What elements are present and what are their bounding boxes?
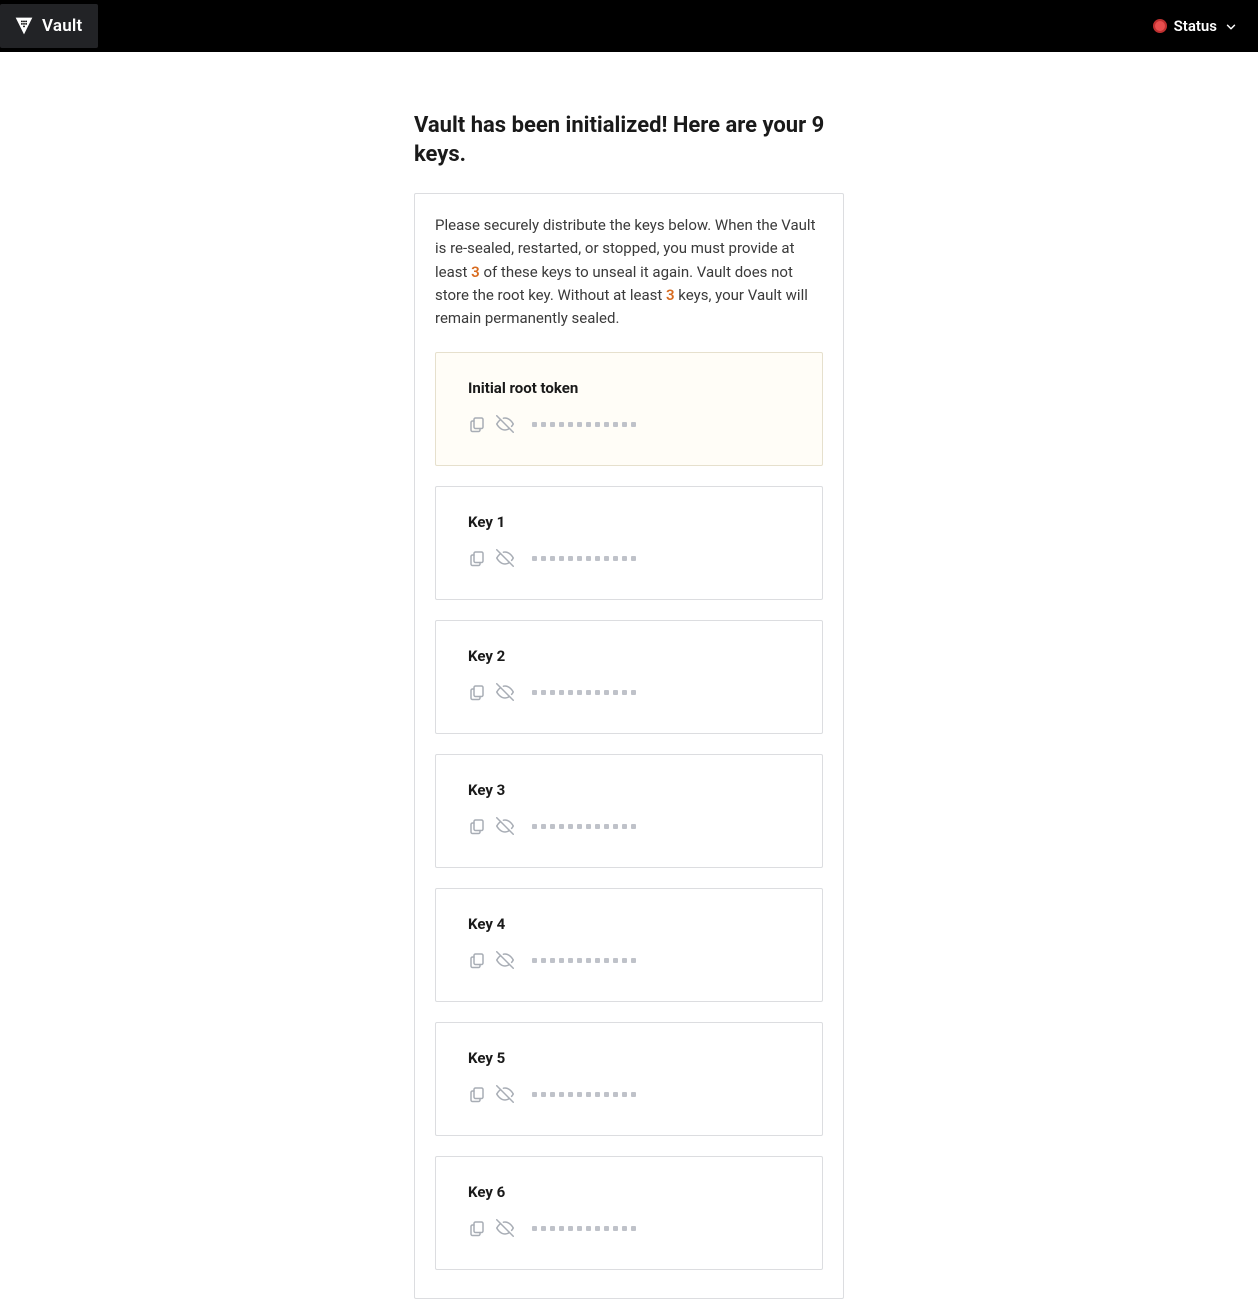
key-label: Key 5	[468, 1049, 790, 1067]
copy-icon[interactable]	[468, 1085, 486, 1103]
masked-value	[532, 690, 636, 695]
keys-container: Please securely distribute the keys belo…	[414, 193, 844, 1299]
key-card: Key 6	[435, 1156, 823, 1270]
copy-icon[interactable]	[468, 817, 486, 835]
main-content: Vault has been initialized! Here are you…	[414, 112, 844, 1299]
key-label: Key 2	[468, 647, 790, 665]
eye-off-icon[interactable]	[496, 549, 514, 567]
root-token-card: Initial root token	[435, 352, 823, 466]
key-row	[468, 817, 790, 835]
eye-off-icon[interactable]	[496, 683, 514, 701]
threshold-value-a: 3	[471, 263, 480, 281]
key-card: Key 1	[435, 486, 823, 600]
root-token-label: Initial root token	[468, 379, 790, 397]
key-row	[468, 683, 790, 701]
key-row	[468, 1085, 790, 1103]
app-header: Vault Status	[0, 0, 1258, 52]
key-card: Key 4	[435, 888, 823, 1002]
status-label: Status	[1174, 17, 1217, 35]
threshold-value-b: 3	[666, 286, 675, 304]
app-name: Vault	[42, 16, 82, 36]
copy-icon[interactable]	[468, 549, 486, 567]
masked-value	[532, 958, 636, 963]
key-row	[468, 549, 790, 567]
masked-value	[532, 824, 636, 829]
masked-value	[532, 422, 636, 427]
info-paragraph: Please securely distribute the keys belo…	[435, 214, 823, 330]
masked-value	[532, 1226, 636, 1231]
copy-icon[interactable]	[468, 683, 486, 701]
copy-icon[interactable]	[468, 415, 486, 433]
chevron-down-icon	[1224, 19, 1238, 33]
app-logo[interactable]: Vault	[0, 4, 98, 48]
key-row	[468, 951, 790, 969]
status-indicator-icon	[1153, 19, 1167, 33]
key-card: Key 2	[435, 620, 823, 734]
eye-off-icon[interactable]	[496, 1085, 514, 1103]
copy-icon[interactable]	[468, 1219, 486, 1237]
status-dropdown[interactable]: Status	[1153, 17, 1238, 35]
key-label: Key 3	[468, 781, 790, 799]
key-row	[468, 1219, 790, 1237]
page-title: Vault has been initialized! Here are you…	[414, 112, 844, 169]
key-label: Key 6	[468, 1183, 790, 1201]
key-card: Key 3	[435, 754, 823, 868]
masked-value	[532, 556, 636, 561]
key-list: Initial root token	[435, 352, 823, 1270]
eye-off-icon[interactable]	[496, 817, 514, 835]
eye-off-icon[interactable]	[496, 1219, 514, 1237]
masked-value	[532, 1092, 636, 1097]
key-label: Key 1	[468, 513, 790, 531]
eye-off-icon[interactable]	[496, 951, 514, 969]
root-token-row	[468, 415, 790, 433]
key-card: Key 5	[435, 1022, 823, 1136]
copy-icon[interactable]	[468, 951, 486, 969]
eye-off-icon[interactable]	[496, 415, 514, 433]
key-label: Key 4	[468, 915, 790, 933]
vault-logo-icon	[14, 16, 34, 36]
